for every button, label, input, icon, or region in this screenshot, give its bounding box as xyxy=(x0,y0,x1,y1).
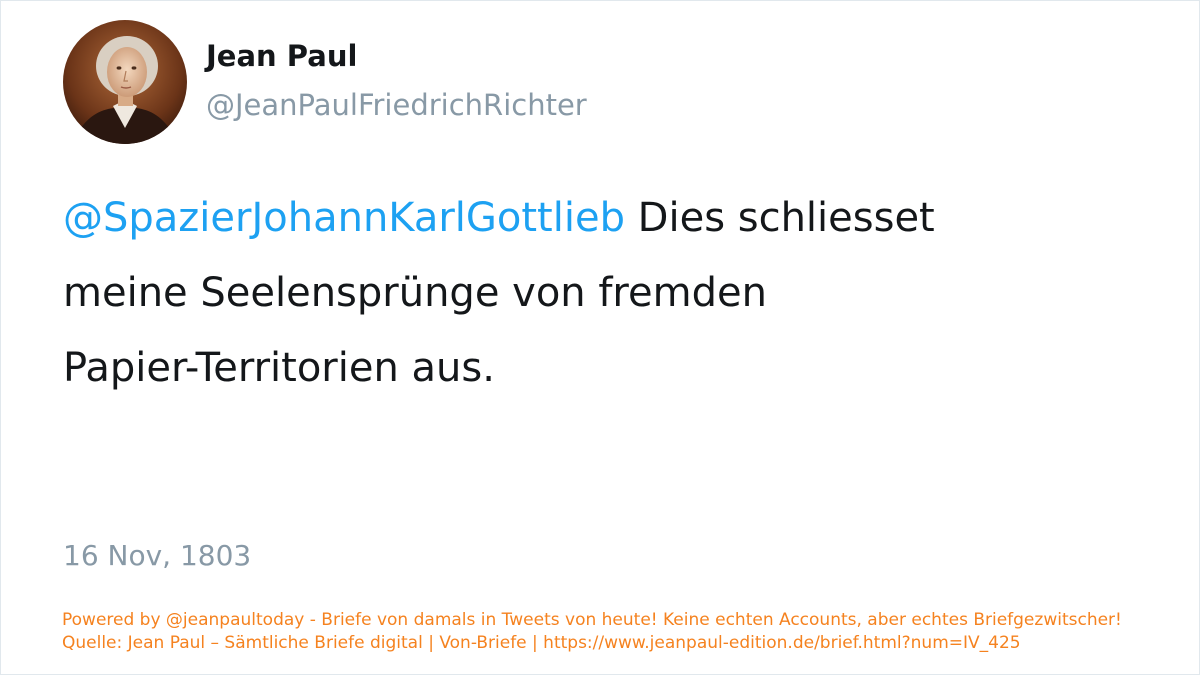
tweet-date: 16 Nov, 1803 xyxy=(63,539,252,572)
tweet-text-line3: Papier-Territorien aus. xyxy=(63,345,495,391)
footer-source: Quelle: Jean Paul – Sämtliche Briefe dig… xyxy=(62,633,1021,653)
tweet-text-line2: meine Seelensprünge von fremden xyxy=(63,270,767,316)
mention-link[interactable]: @SpazierJohannKarlGottlieb xyxy=(63,195,625,241)
tweet-card: Jean Paul @JeanPaulFriedrichRichter @Spa… xyxy=(0,0,1200,675)
avatar[interactable] xyxy=(63,20,187,144)
footer-powered-by: Powered by @jeanpaultoday - Briefe von d… xyxy=(62,610,1122,630)
portrait-avatar-icon xyxy=(63,20,187,144)
user-handle[interactable]: @JeanPaulFriedrichRichter xyxy=(206,88,587,122)
footer: Powered by @jeanpaultoday - Briefe von d… xyxy=(62,609,1122,655)
display-name[interactable]: Jean Paul xyxy=(206,39,357,73)
tweet-text: @SpazierJohannKarlGottlieb Dies schliess… xyxy=(63,181,1043,406)
tweet-text-line1: Dies schliesset xyxy=(624,195,935,241)
